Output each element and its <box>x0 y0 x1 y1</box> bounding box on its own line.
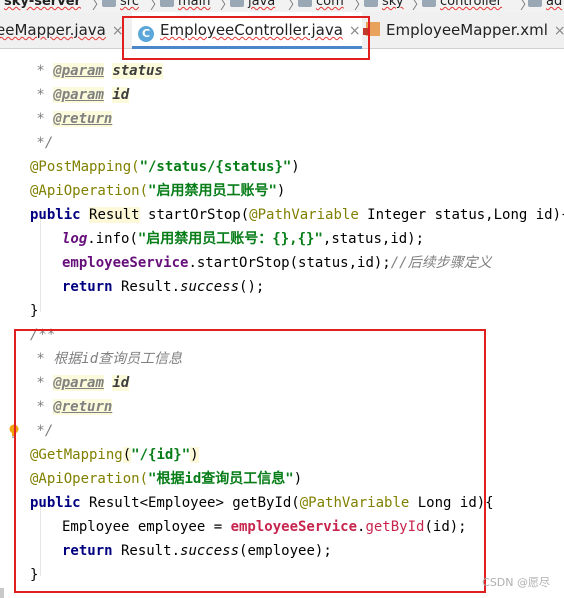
folder-icon <box>102 0 116 7</box>
code-line: @ApiOperation("启用禁用员工账号") <box>30 183 286 199</box>
class-c-icon: C <box>138 26 154 42</box>
code-line: * @param status <box>28 63 163 79</box>
breadcrumb-item-ad[interactable]: ad <box>528 0 562 9</box>
code-line: */ <box>28 135 54 151</box>
code-line: @GetMapping("/{id}") <box>30 447 199 463</box>
close-icon[interactable]: × <box>554 23 564 39</box>
breadcrumb: sky-server 〉 src 〉 main 〉 java 〉 com 〉 s… <box>0 0 564 12</box>
breadcrumb-item-main[interactable]: main <box>160 0 210 9</box>
code-line: public Result<Employee> getById(@PathVar… <box>30 495 494 511</box>
folder-icon <box>230 0 244 7</box>
code-line: */ <box>28 423 54 439</box>
code-line: @ApiOperation("根据id查询员工信息") <box>30 471 303 487</box>
tab-employee-mapper-xml[interactable]: EmployeeMapper.xml × <box>363 12 564 48</box>
code-line: } <box>30 303 39 319</box>
code-line: * @param id <box>28 87 130 103</box>
lightbulb-icon[interactable] <box>8 424 20 438</box>
breadcrumb-item-com[interactable]: com <box>298 0 344 9</box>
tab-employee-mapper-java[interactable]: eeMapper.java × <box>0 12 124 48</box>
code-line: * @return <box>28 399 113 415</box>
folder-icon <box>422 0 436 7</box>
folder-icon <box>298 0 312 7</box>
indent-guide <box>40 216 41 312</box>
folder-icon <box>528 0 542 7</box>
close-icon[interactable]: × <box>349 23 361 39</box>
tab-employee-controller-java[interactable]: C EmployeeController.java × <box>132 12 362 49</box>
breadcrumb-item-controller[interactable]: controller <box>422 0 502 9</box>
code-line: * @return <box>28 111 113 127</box>
folder-icon <box>364 0 378 7</box>
xml-file-icon <box>363 22 380 36</box>
code-line: @PostMapping("/status/{status}") <box>30 159 300 175</box>
code-line: employeeService.startOrStop(status,id);/… <box>62 255 492 271</box>
gutter-marker <box>0 588 4 598</box>
code-line: } <box>30 567 39 583</box>
code-line: log.info("启用禁用员工账号：{},{}",status,id); <box>62 231 425 247</box>
breadcrumb-item-sky[interactable]: sky <box>364 0 404 9</box>
code-line: public Result startOrStop(@PathVariable … <box>30 207 564 223</box>
code-line: return Result.success(); <box>62 279 265 295</box>
close-icon[interactable]: × <box>112 23 124 39</box>
breadcrumb-item-project[interactable]: sky-server <box>4 0 81 9</box>
code-line: * 根据id查询员工信息 <box>28 351 183 367</box>
watermark: CSDN @愿尽 <box>482 576 550 589</box>
editor-tab-bar: eeMapper.java × C EmployeeController.java ×… <box>0 12 564 49</box>
code-line: * @param id <box>28 375 130 391</box>
code-line: Employee employee = employeeService.getB… <box>62 519 467 535</box>
code-line: /** <box>30 327 56 343</box>
code-line: return Result.success(employee); <box>62 543 332 559</box>
breadcrumb-item-java[interactable]: java <box>230 0 275 9</box>
breadcrumb-item-src[interactable]: src <box>102 0 139 9</box>
folder-icon <box>160 0 174 7</box>
